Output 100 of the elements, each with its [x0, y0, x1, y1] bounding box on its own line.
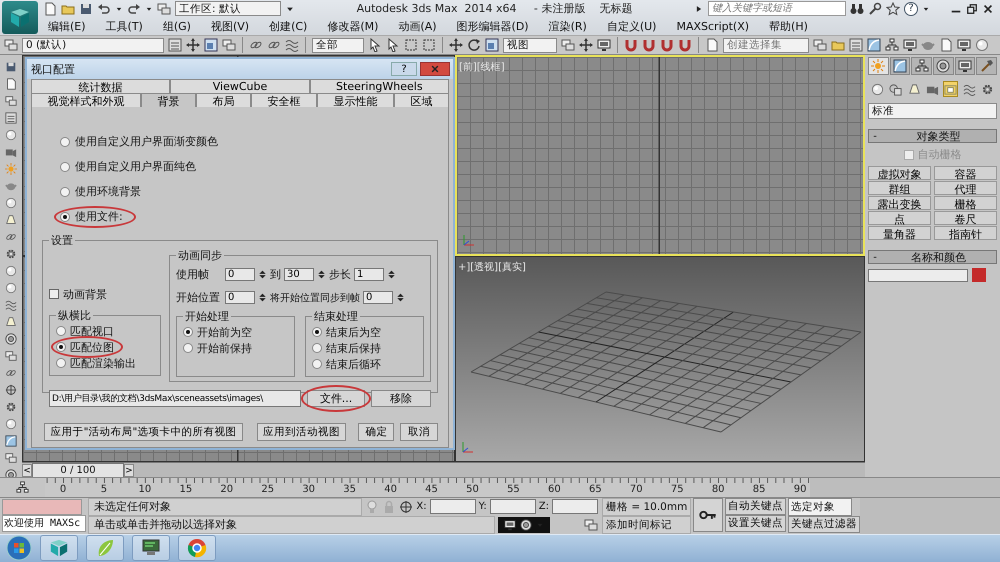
- coordinate-field[interactable]: [430, 499, 476, 514]
- help-button[interactable]: ?: [904, 2, 918, 16]
- stack-icon[interactable]: [849, 38, 863, 52]
- waves-icon[interactable]: [285, 38, 299, 52]
- previous-frame-button[interactable]: <: [22, 464, 32, 477]
- taskbar-app-button[interactable]: [132, 535, 170, 562]
- option-label[interactable]: 匹配位图: [70, 340, 114, 354]
- maxscript-listener[interactable]: 欢迎使用 MAXSc: [2, 514, 86, 532]
- hierarchy-icon[interactable]: [16, 480, 29, 494]
- coordinate-field[interactable]: [552, 499, 598, 514]
- move-icon[interactable]: [186, 38, 200, 52]
- selection-set-dropdown[interactable]: 创建选择集: [723, 38, 809, 52]
- close-icon[interactable]: [982, 2, 994, 14]
- radio-button[interactable]: [60, 186, 70, 196]
- layers-icon[interactable]: [5, 452, 17, 464]
- option-label[interactable]: 结束后循环: [326, 356, 381, 372]
- radio-button[interactable]: [183, 327, 193, 337]
- object-type-button[interactable]: 容器: [934, 166, 997, 180]
- layers-icon[interactable]: [584, 518, 598, 532]
- magnet-icon[interactable]: [624, 38, 638, 52]
- radio-button[interactable]: [60, 212, 70, 222]
- panel-tab[interactable]: [911, 57, 932, 75]
- gear-icon[interactable]: [5, 248, 17, 260]
- disc-icon[interactable]: [5, 333, 17, 345]
- magnet-icon[interactable]: [660, 38, 674, 52]
- radio-button[interactable]: [56, 358, 66, 368]
- object-type-button[interactable]: 卷尺: [934, 211, 997, 225]
- coordinate-field[interactable]: [490, 499, 536, 514]
- spinner-icon[interactable]: [258, 270, 267, 279]
- rollout-header[interactable]: - 名称和颜色: [868, 250, 997, 264]
- object-type-button[interactable]: 群组: [868, 181, 931, 195]
- tab[interactable]: SteeringWheels: [310, 79, 449, 93]
- radio-button[interactable]: [56, 342, 66, 352]
- target-icon[interactable]: [5, 384, 17, 396]
- category-dropdown[interactable]: 标准: [868, 103, 997, 119]
- rollout-header[interactable]: - 对象类型: [868, 129, 997, 143]
- apply-all-button[interactable]: 应用于"活动布局"选项卡中的所有视图: [44, 423, 243, 441]
- undo-icon[interactable]: [97, 2, 111, 16]
- scale-icon[interactable]: [204, 38, 218, 52]
- number-field[interactable]: 0: [225, 291, 255, 304]
- monitor-icon[interactable]: [957, 38, 971, 52]
- page-icon[interactable]: [5, 78, 17, 90]
- next-frame-button[interactable]: >: [124, 464, 134, 477]
- stack-icon[interactable]: [168, 38, 182, 52]
- rotate-icon[interactable]: [467, 38, 481, 52]
- lamp-icon[interactable]: [5, 214, 17, 226]
- layers-icon[interactable]: [157, 2, 171, 16]
- star-icon[interactable]: [886, 2, 900, 16]
- apply-active-button[interactable]: 应用到活动视图: [256, 423, 346, 441]
- set-key-mode-button[interactable]: 设置关键点: [725, 514, 786, 532]
- layers-icon[interactable]: [5, 350, 17, 362]
- object-type-button[interactable]: 指南针: [934, 226, 997, 240]
- layers-icon[interactable]: [813, 38, 827, 52]
- layers-icon[interactable]: [561, 38, 575, 52]
- curve-icon[interactable]: [5, 435, 17, 447]
- tab[interactable]: ViewCube: [170, 79, 310, 93]
- workspace-dropdown[interactable]: 工作区: 默认: [175, 1, 281, 16]
- sphere-icon[interactable]: [5, 197, 17, 209]
- path-field[interactable]: D:\用户目录\我的文档\3dsMax\sceneassets\images\: [49, 390, 301, 407]
- object-type-button[interactable]: 虚拟对象: [868, 166, 931, 180]
- waves-icon[interactable]: [5, 299, 17, 311]
- sphere-icon[interactable]: [5, 418, 17, 430]
- stack-icon[interactable]: [5, 112, 17, 124]
- option-label[interactable]: 开始前为空: [197, 324, 252, 340]
- remove-button[interactable]: 移除: [371, 390, 431, 407]
- tab[interactable]: 背景: [141, 93, 196, 107]
- time-tag-text[interactable]: 添加时间标记: [602, 516, 691, 534]
- file-button[interactable]: 文件...: [307, 390, 365, 407]
- category-button[interactable]: [943, 81, 958, 97]
- object-type-button[interactable]: 栅格: [934, 196, 997, 210]
- object-type-button[interactable]: 露出变换: [868, 196, 931, 210]
- tab[interactable]: 布局: [196, 93, 251, 107]
- number-field[interactable]: 1: [354, 268, 384, 281]
- layer-dropdown[interactable]: 0 (默认): [22, 38, 164, 52]
- menu-item[interactable]: 工具(T): [106, 18, 143, 34]
- monitor-icon[interactable]: [903, 38, 917, 52]
- taskbar-app-button[interactable]: [178, 535, 216, 562]
- menu-item[interactable]: 视图(V): [210, 18, 250, 34]
- tab[interactable]: 视觉样式和外观: [31, 93, 141, 107]
- binoculars-icon[interactable]: [850, 2, 864, 16]
- start-button[interactable]: [6, 535, 32, 562]
- category-button[interactable]: [870, 81, 886, 97]
- viewport[interactable]: +][透视][真实]: [455, 256, 865, 462]
- spinner-icon[interactable]: [396, 293, 405, 302]
- spinner-icon[interactable]: [387, 270, 396, 279]
- lamp-icon[interactable]: [5, 316, 17, 328]
- key-mode-dropdown[interactable]: 选定对象: [788, 498, 852, 516]
- layers-icon[interactable]: [4, 38, 18, 52]
- option-label[interactable]: 使用自定义用户界面渐变颜色: [75, 134, 218, 149]
- search-field[interactable]: 键入关键字或短语: [708, 1, 846, 16]
- option-label[interactable]: 使用文件:: [75, 209, 123, 224]
- number-field[interactable]: 30: [284, 268, 314, 281]
- cursor-icon[interactable]: [386, 38, 400, 52]
- time-slider-thumb[interactable]: 0 / 100: [32, 463, 124, 478]
- menu-item[interactable]: MAXScript(X): [676, 20, 750, 32]
- selection-filter-dropdown[interactable]: 全部: [312, 38, 364, 52]
- option-label[interactable]: 结束后保持: [326, 340, 381, 356]
- help-button[interactable]: ?: [391, 62, 417, 76]
- name-field[interactable]: [868, 268, 968, 282]
- object-type-button[interactable]: 点: [868, 211, 931, 225]
